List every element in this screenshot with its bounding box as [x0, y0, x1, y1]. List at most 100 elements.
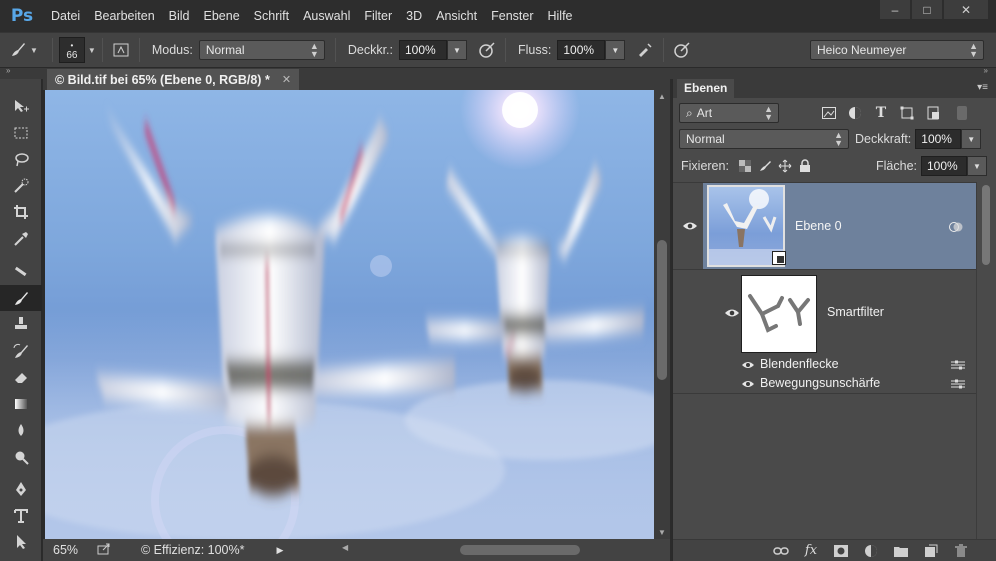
- zoom-level[interactable]: 65%: [53, 543, 89, 557]
- filter-toggle-switch[interactable]: [957, 106, 967, 120]
- add-mask-icon[interactable]: [831, 541, 851, 561]
- menu-ansicht[interactable]: Ansicht: [429, 0, 484, 32]
- new-group-icon[interactable]: [891, 541, 911, 561]
- link-layers-icon[interactable]: [771, 541, 791, 561]
- layer-opacity-field[interactable]: 100%: [915, 129, 962, 149]
- menu-datei[interactable]: Datei: [44, 0, 87, 32]
- expand-toolbar-icon[interactable]: »: [6, 66, 10, 75]
- crop-icon[interactable]: [0, 199, 42, 226]
- brush-panel-toggle-icon[interactable]: [109, 38, 133, 62]
- panel-menu-icon[interactable]: ▾≡: [977, 82, 988, 93]
- close-button[interactable]: ✕: [944, 0, 988, 19]
- status-menu-arrow-icon[interactable]: ▶: [276, 545, 283, 556]
- quick-select-icon[interactable]: [0, 173, 42, 200]
- smart-filter-label[interactable]: Smartfilter: [827, 305, 884, 319]
- menu-filter[interactable]: Filter: [357, 0, 399, 32]
- menu-hilfe[interactable]: Hilfe: [541, 0, 580, 32]
- brush-icon[interactable]: [0, 284, 42, 311]
- layer-opacity-slider-button[interactable]: ▼: [961, 129, 982, 149]
- share-icon[interactable]: [97, 543, 111, 558]
- filter-adjustment-icon[interactable]: [845, 103, 865, 123]
- menu-schrift[interactable]: Schrift: [247, 0, 296, 32]
- close-document-icon[interactable]: ✕: [282, 73, 291, 86]
- layer-filter-select[interactable]: ⌕ Art ▲ ▼: [679, 103, 779, 123]
- layers-scrollbar[interactable]: [976, 183, 996, 543]
- eyedropper-icon[interactable]: [0, 226, 42, 253]
- lasso-icon[interactable]: [0, 146, 42, 173]
- horizontal-scroll-thumb[interactable]: [460, 545, 580, 555]
- filter-type-icon[interactable]: T: [871, 103, 891, 123]
- brush-picker-dropdown-icon[interactable]: ▼: [88, 46, 96, 55]
- move-icon[interactable]: [0, 93, 42, 120]
- tool-panel: [0, 79, 42, 561]
- menu-bearbeiten[interactable]: Bearbeiten: [87, 0, 161, 32]
- canvas-vertical-scrollbar[interactable]: ▲ ▼: [654, 90, 670, 539]
- collapse-panels-icon[interactable]: »: [984, 66, 988, 75]
- tool-preset-brush-icon[interactable]: [6, 38, 30, 62]
- maximize-button[interactable]: □: [912, 0, 942, 19]
- visibility-eye-icon[interactable]: [682, 220, 698, 232]
- path-select-icon[interactable]: [0, 529, 42, 556]
- marquee-icon[interactable]: [0, 120, 42, 147]
- fill-slider-button[interactable]: ▼: [967, 156, 987, 176]
- layer-name[interactable]: Ebene 0: [795, 219, 842, 233]
- menu-ebene[interactable]: Ebene: [197, 0, 247, 32]
- lock-transparent-icon[interactable]: [735, 156, 755, 176]
- document-tab[interactable]: © Bild.tif bei 65% (Ebene 0, RGB/8) * ✕: [47, 69, 300, 90]
- new-layer-icon[interactable]: [921, 541, 941, 561]
- dodge-icon[interactable]: [0, 444, 42, 471]
- photoshop-logo[interactable]: Ps: [0, 0, 44, 32]
- menu-fenster[interactable]: Fenster: [484, 0, 540, 32]
- pen-icon[interactable]: [0, 476, 42, 503]
- filter-entry-motion-blur[interactable]: Bewegungsunschärfe: [760, 376, 880, 390]
- flow-field[interactable]: 100%: [557, 40, 606, 60]
- fx-icon[interactable]: fx: [801, 541, 821, 561]
- clone-stamp-icon[interactable]: [0, 311, 42, 338]
- filter-shape-icon[interactable]: [897, 103, 917, 123]
- layers-tab[interactable]: Ebenen: [677, 79, 735, 98]
- visibility-eye-icon[interactable]: [741, 378, 757, 390]
- adjustment-layer-icon[interactable]: [861, 541, 881, 561]
- pressure-opacity-icon[interactable]: [475, 38, 499, 62]
- blur-icon[interactable]: [0, 417, 42, 444]
- blend-mode-select[interactable]: Normal ▲ ▼: [679, 129, 849, 149]
- blending-options-icon[interactable]: [951, 359, 965, 373]
- opacity-slider-button[interactable]: ▼: [447, 40, 467, 60]
- scroll-up-icon[interactable]: ▲: [654, 92, 670, 101]
- brush-size-picker[interactable]: • 66: [58, 37, 85, 63]
- eraser-icon[interactable]: [0, 364, 42, 391]
- flow-slider-button[interactable]: ▼: [605, 40, 626, 60]
- type-icon[interactable]: [0, 503, 42, 530]
- lock-position-icon[interactable]: [775, 156, 795, 176]
- lock-image-icon[interactable]: [755, 156, 775, 176]
- mode-select[interactable]: Normal ▲ ▼: [198, 40, 325, 60]
- layers-scroll-thumb[interactable]: [982, 185, 990, 265]
- scroll-down-icon[interactable]: ▼: [654, 528, 670, 537]
- delete-layer-icon[interactable]: [951, 541, 971, 561]
- lock-all-icon[interactable]: [795, 156, 815, 176]
- vertical-scroll-thumb[interactable]: [657, 240, 667, 380]
- menu-auswahl[interactable]: Auswahl: [296, 0, 357, 32]
- shape-icon[interactable]: [0, 556, 42, 561]
- opacity-field[interactable]: 100%: [399, 40, 447, 60]
- fill-field[interactable]: 100%: [921, 156, 967, 176]
- filter-entry-lens-flare[interactable]: Blendenflecke: [760, 357, 839, 371]
- history-brush-icon[interactable]: [0, 338, 42, 365]
- menu-3d[interactable]: 3D: [399, 0, 429, 32]
- filter-smartobject-icon[interactable]: [923, 103, 943, 123]
- scroll-left-icon[interactable]: ◀: [342, 543, 348, 552]
- pressure-size-icon[interactable]: [670, 38, 694, 62]
- visibility-eye-icon[interactable]: [724, 307, 740, 319]
- healing-brush-icon[interactable]: [0, 258, 42, 285]
- gradient-icon[interactable]: [0, 391, 42, 418]
- menu-bild[interactable]: Bild: [162, 0, 197, 32]
- airbrush-icon[interactable]: [633, 38, 657, 62]
- canvas-horizontal-scrollbar[interactable]: ◀ ▶: [342, 543, 698, 556]
- tool-preset-dropdown-icon[interactable]: ▼: [30, 46, 38, 55]
- blending-options-icon[interactable]: [951, 378, 965, 392]
- image-canvas[interactable]: [45, 90, 654, 539]
- visibility-eye-icon[interactable]: [741, 359, 757, 371]
- minimize-button[interactable]: –: [880, 0, 910, 19]
- filter-pixel-icon[interactable]: [819, 103, 839, 123]
- workspace-select[interactable]: Heico Neumeyer ▲ ▼: [810, 40, 984, 60]
